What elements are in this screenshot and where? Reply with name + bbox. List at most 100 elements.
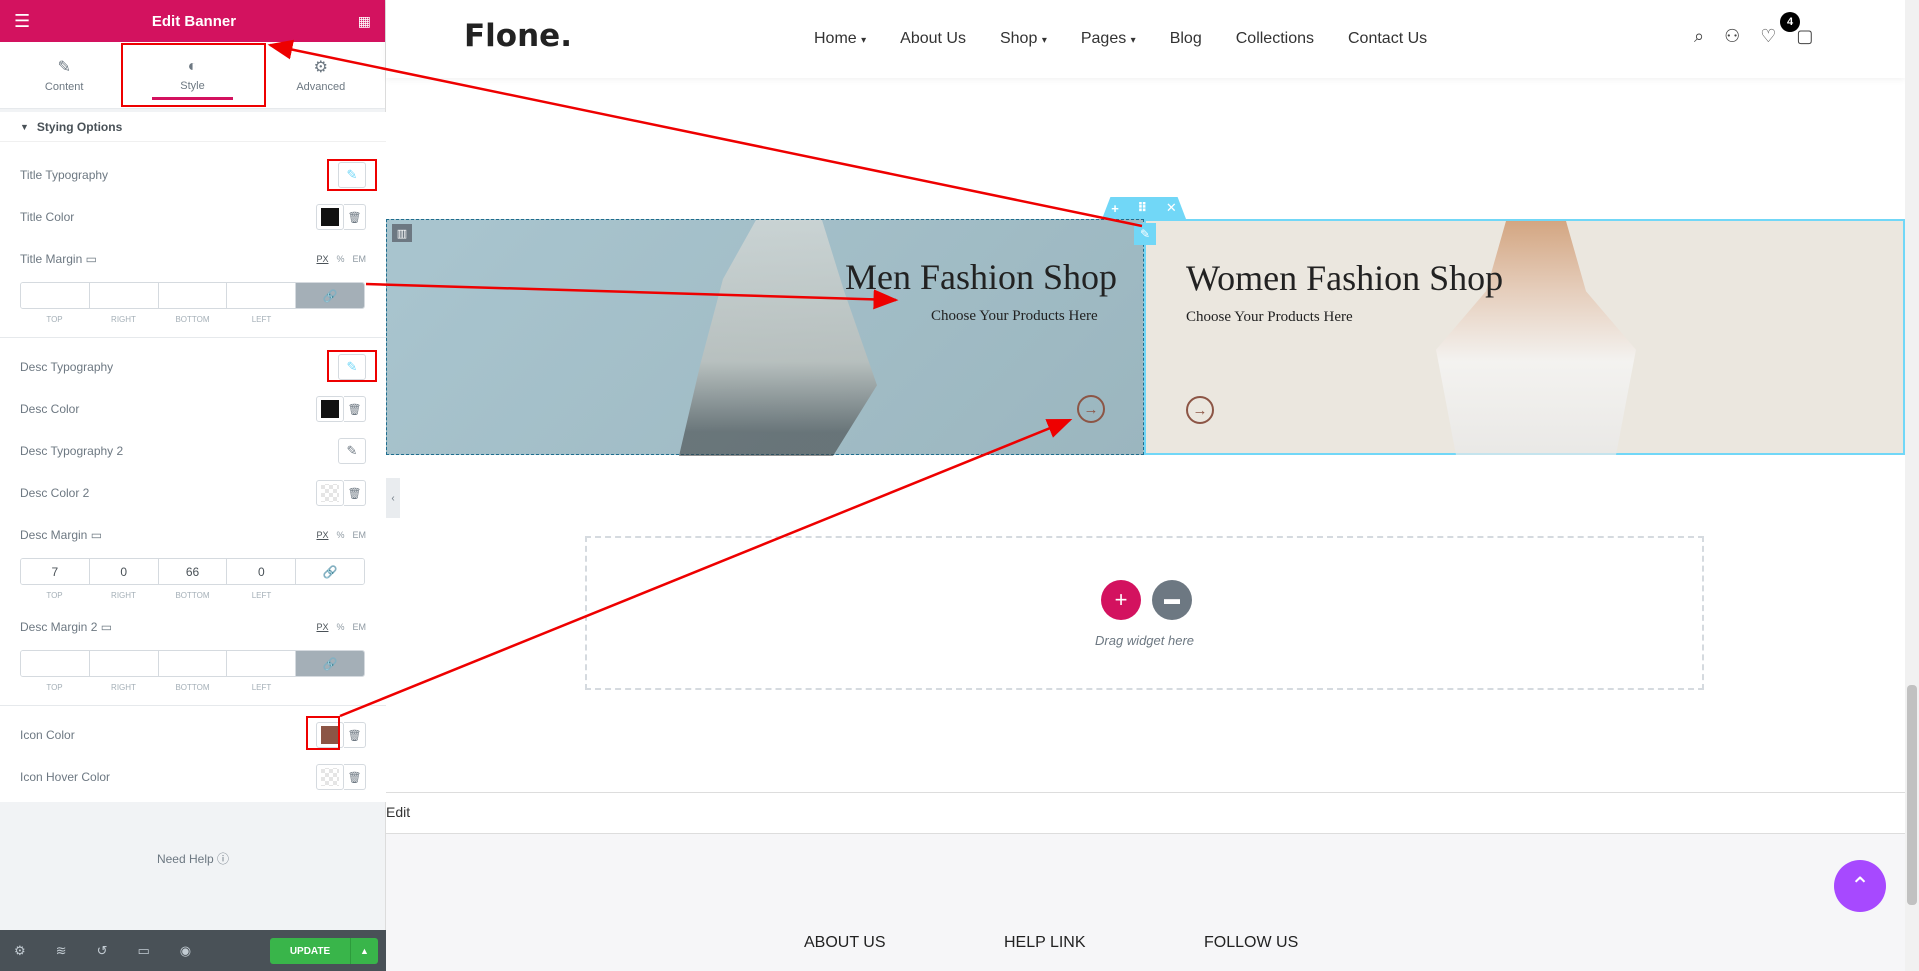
arrow-right-icon[interactable]: → <box>1077 395 1105 423</box>
search-icon[interactable]: ⌕ <box>1694 26 1704 47</box>
main-menu: Home ▾ About Us Shop ▾ Pages ▾ Blog Coll… <box>814 30 1427 48</box>
tab-advanced[interactable]: ⚙ Advanced <box>257 42 385 108</box>
menu-shop[interactable]: Shop ▾ <box>1000 30 1047 48</box>
desc-margin-inputs: 7 0 66 0 🔗 <box>20 558 365 585</box>
icon-hover-color-picker[interactable] <box>316 764 344 790</box>
title-margin-left[interactable] <box>227 283 297 308</box>
banner-section: ▥ Men Fashion Shop Choose Your Products … <box>386 219 1905 456</box>
add-section-button[interactable]: + <box>1101 580 1141 620</box>
wishlist-heart-icon[interactable]: ♡ <box>1760 26 1776 47</box>
title-color-picker[interactable] <box>316 204 344 230</box>
menu-collections[interactable]: Collections <box>1236 30 1314 48</box>
desc-margin-2-right[interactable] <box>89 651 159 676</box>
banner-men[interactable]: ▥ Men Fashion Shop Choose Your Products … <box>386 219 1144 456</box>
site-footer: ABOUT US HELP LINK FOLLOW US <box>386 834 1905 971</box>
link-icon: 🔗 <box>322 564 338 579</box>
title-margin-bottom[interactable] <box>158 283 228 308</box>
menu-blog[interactable]: Blog <box>1170 30 1202 48</box>
column-handle-icon[interactable]: ▥ <box>392 224 412 242</box>
desc-margin-left[interactable]: 0 <box>227 559 297 584</box>
banner-men-title: Men Fashion Shop <box>845 257 1118 297</box>
contrast-icon: ◐ <box>187 58 198 75</box>
title-margin-right[interactable] <box>89 283 159 308</box>
trash-icon[interactable]: 🗑 <box>344 722 366 748</box>
pencil-icon: ✎ <box>57 59 71 76</box>
section-edit-handle[interactable]: + ⠿ ✕ <box>1102 197 1186 219</box>
scrollbar-thumb[interactable] <box>1907 685 1917 905</box>
tab-content[interactable]: ✎ Content <box>0 42 128 108</box>
cart-icon[interactable]: ▢ <box>1796 26 1813 47</box>
link-values-button[interactable]: 🔗 <box>296 559 364 584</box>
pencil-icon: ✎ <box>346 443 358 458</box>
edit-link[interactable]: Edit <box>386 792 1905 834</box>
footer-about-us: ABOUT US <box>804 934 886 951</box>
edit-desc-typography-2-button[interactable]: ✎ <box>338 438 366 464</box>
chevron-down-icon: ▾ <box>1130 35 1136 46</box>
dim-labels: TOP RIGHT BOTTOM LEFT <box>46 591 272 600</box>
dim-labels: TOP RIGHT BOTTOM LEFT <box>46 683 272 692</box>
menu-contact-us[interactable]: Contact Us <box>1348 30 1427 48</box>
edit-title-typography-button[interactable]: ✎ <box>338 162 366 188</box>
add-icon: + <box>1111 200 1119 216</box>
link-values-button[interactable]: 🔗 <box>296 651 364 676</box>
desc-margin-bottom[interactable]: 66 <box>158 559 228 584</box>
trash-icon[interactable]: 🗑 <box>344 764 366 790</box>
men-model-image <box>679 220 877 456</box>
desc-margin-right[interactable]: 0 <box>89 559 159 584</box>
control-desc-color: Desc Color 🗑 <box>20 395 366 423</box>
trash-icon[interactable]: 🗑 <box>344 204 366 230</box>
control-desc-typography-2: Desc Typography 2 ✎ <box>20 437 366 465</box>
menu-pages[interactable]: Pages ▾ <box>1081 30 1136 48</box>
control-title-color: Title Color 🗑 <box>20 203 366 231</box>
control-icon-hover-color: Icon Hover Color 🗑 <box>20 763 366 791</box>
desc-margin-2-left[interactable] <box>227 651 297 676</box>
site-header: Flone. Home ▾ About Us Shop ▾ Pages ▾ Bl… <box>386 0 1905 78</box>
unit-switcher[interactable]: PX% EM <box>316 622 366 632</box>
section-stying-options[interactable]: ▼ Stying Options <box>0 112 386 142</box>
desc-color-picker[interactable] <box>316 396 344 422</box>
collapse-panel-chevron-icon[interactable]: ‹ <box>386 478 400 518</box>
page-scrollbar[interactable] <box>1905 0 1919 971</box>
panel-tabs: ✎ Content ◐ Style ⚙ Advanced <box>0 42 385 109</box>
trash-icon[interactable]: 🗑 <box>344 396 366 422</box>
update-options-caret-icon[interactable]: ▲ <box>350 938 378 964</box>
history-icon[interactable]: ↺ <box>97 943 108 959</box>
desc-color-2-picker[interactable] <box>316 480 344 506</box>
settings-icon[interactable]: ⚙ <box>14 943 26 959</box>
account-icon[interactable]: ⚇ <box>1724 26 1740 47</box>
widgets-grid-icon[interactable]: ▦ <box>358 13 371 30</box>
tab-style[interactable]: ◐ Style <box>128 42 256 108</box>
icon-color-picker[interactable] <box>316 722 344 748</box>
desc-margin-2-bottom[interactable] <box>158 651 228 676</box>
site-logo[interactable]: Flone. <box>464 18 572 54</box>
update-button[interactable]: UPDATE <box>270 938 350 964</box>
need-help-link[interactable]: Need Help ⓘ <box>0 850 386 867</box>
menu-about-us[interactable]: About Us <box>900 30 966 48</box>
banner-women[interactable]: ✎ Women Fashion Shop Choose Your Product… <box>1134 219 1905 455</box>
divider <box>0 337 386 338</box>
template-library-folder-icon[interactable]: ▬ <box>1152 580 1192 620</box>
desc-margin-2-top[interactable] <box>21 651 90 676</box>
scroll-to-top-button[interactable]: ⌃ <box>1834 860 1886 912</box>
desktop-icon: ▭ <box>100 620 113 634</box>
edit-desc-typography-button[interactable]: ✎ <box>338 354 366 380</box>
navigator-icon[interactable]: ≋ <box>56 943 67 959</box>
footer-help-link: HELP LINK <box>1004 934 1086 951</box>
link-values-button[interactable]: 🔗 <box>296 283 364 308</box>
desktop-icon: ▭ <box>85 252 97 266</box>
unit-switcher[interactable]: PX% EM <box>316 254 366 264</box>
drop-zone[interactable]: + ▬ Drag widget here <box>585 536 1704 690</box>
hamburger-menu-icon[interactable]: ☰ <box>14 11 30 32</box>
banner-women-subtitle: Choose Your Products Here <box>1186 309 1353 325</box>
menu-home[interactable]: Home ▾ <box>814 30 866 48</box>
title-margin-top[interactable] <box>21 283 90 308</box>
edit-widget-pencil-icon[interactable]: ✎ <box>1134 223 1156 245</box>
unit-switcher[interactable]: PX% EM <box>316 530 366 540</box>
drag-widget-text: Drag widget here <box>1095 633 1194 648</box>
preview-icon[interactable]: ◉ <box>180 943 191 959</box>
editor-panel: ☰ Edit Banner ▦ ✎ Content ◐ Style ⚙ Advance… <box>0 0 386 971</box>
responsive-icon[interactable]: ▭ <box>137 943 149 959</box>
desc-margin-top[interactable]: 7 <box>21 559 90 584</box>
arrow-right-icon[interactable]: → <box>1186 396 1214 424</box>
trash-icon[interactable]: 🗑 <box>344 480 366 506</box>
